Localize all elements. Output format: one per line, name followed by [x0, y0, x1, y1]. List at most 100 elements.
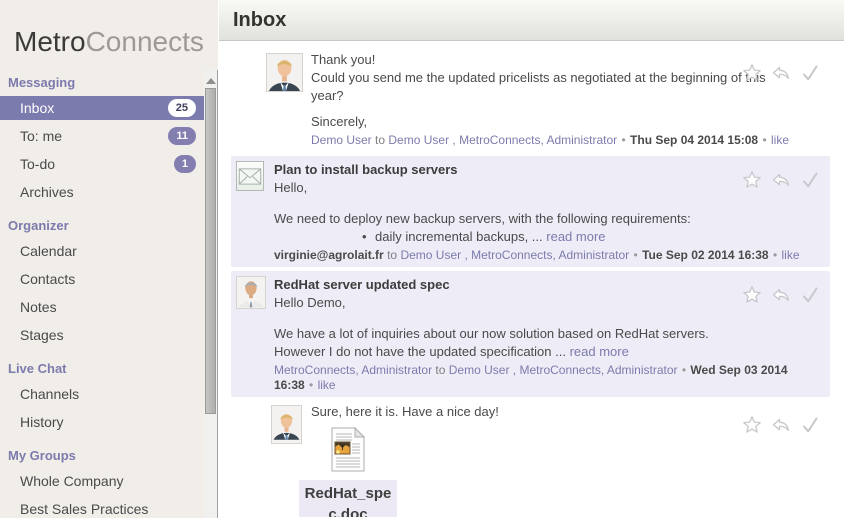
sidebar-item-label: To: me	[20, 128, 62, 144]
separator: •	[772, 248, 778, 262]
sidebar-item-label: Notes	[20, 299, 57, 315]
sidebar-item-label: Stages	[20, 327, 64, 343]
mark-done-check-icon[interactable]	[800, 63, 820, 83]
star-icon[interactable]	[742, 415, 762, 435]
author-link[interactable]: Demo User	[311, 133, 372, 147]
message-list: Thank you! Could you send me the updated…	[219, 41, 844, 517]
to-me-count-badge: 11	[168, 127, 196, 145]
sidebar-item-label: To-do	[20, 156, 55, 172]
sidebar-item-label: Calendar	[20, 243, 77, 259]
author-link[interactable]: MetroConnects, Administrator	[274, 363, 432, 377]
message-actions	[742, 63, 820, 83]
bullet-text: daily incremental backups, ...	[375, 229, 543, 244]
separator: •	[620, 133, 626, 147]
envelope-icon	[236, 161, 264, 191]
read-more-link[interactable]: read more	[570, 344, 629, 359]
message-text: Hello Demo,	[274, 294, 820, 312]
sidebar-item-calendar[interactable]: Calendar	[0, 239, 204, 263]
separator: •	[633, 248, 639, 262]
sidebar-item-best-sales-practices[interactable]: Best Sales Practices	[0, 497, 204, 518]
sidebar-item-to-me[interactable]: To: me 11	[0, 124, 204, 148]
message-row: Plan to install backup servers Hello, We…	[231, 156, 830, 267]
app-window: { "brand": { "primary": "Metro", "second…	[0, 0, 844, 518]
to-label: to	[435, 363, 445, 377]
logo-text-primary: Metro	[14, 26, 86, 57]
message-text: We have a lot of inquiries about our now…	[274, 325, 820, 343]
message-text: Could you send me the updated pricelists…	[311, 69, 766, 105]
mark-done-check-icon[interactable]	[800, 415, 820, 435]
sidebar-item-label: Best Sales Practices	[20, 501, 148, 517]
attachment[interactable]: RedHat_spec.doc	[299, 427, 397, 517]
message-actions	[742, 415, 820, 435]
sidebar-item-whole-company[interactable]: Whole Company	[0, 469, 204, 493]
sidebar-scrollbar[interactable]	[204, 70, 218, 518]
message-text: Sincerely,	[311, 113, 820, 131]
sidebar-item-history[interactable]: History	[0, 410, 204, 434]
recipients-link[interactable]: Demo User , MetroConnects, Administrator	[449, 363, 678, 377]
content-header: Inbox	[219, 0, 844, 41]
sidebar-item-to-do[interactable]: To-do 1	[0, 152, 204, 176]
sidebar-item-channels[interactable]: Channels	[0, 382, 204, 406]
message-text: However I do not have the updated specif…	[274, 344, 566, 359]
sidebar-menu: Messaging Inbox 25 To: me 11 To-do 1 Arc…	[0, 70, 204, 518]
message-bullet-list: daily incremental backups, ... read more	[274, 228, 820, 246]
recipients-link[interactable]: Demo User , MetroConnects, Administrator	[400, 248, 629, 262]
to-do-count-badge: 1	[174, 155, 196, 173]
sidebar-item-inbox[interactable]: Inbox 25	[0, 96, 204, 120]
like-link[interactable]: like	[782, 248, 800, 262]
sidebar-section-organizer: Organizer	[0, 218, 204, 233]
message-row: RedHat server updated spec Hello Demo, W…	[231, 271, 830, 397]
scroll-up-arrow-icon[interactable]	[206, 78, 216, 84]
message-text: Hello,	[274, 179, 820, 197]
avatar-demo-user	[271, 405, 302, 444]
bullet-item: daily incremental backups, ... read more	[362, 228, 820, 246]
logo-text-secondary: Connects	[86, 26, 204, 57]
message-date: Tue Sep 02 2014 16:38	[642, 248, 769, 262]
message-date: Thu Sep 04 2014 15:08	[630, 133, 758, 147]
separator: •	[761, 133, 767, 147]
separator: •	[308, 378, 314, 392]
attachment-filename[interactable]: RedHat_spec.doc	[299, 480, 397, 517]
message-footer: MetroConnects, Administrator to Demo Use…	[274, 363, 820, 393]
like-link[interactable]: like	[318, 378, 336, 392]
message-text: We need to deploy new backup servers, wi…	[274, 210, 820, 228]
message-row: Thank you! Could you send me the updated…	[231, 49, 830, 152]
avatar-administrator	[236, 276, 266, 309]
sidebar-item-label: Archives	[20, 184, 74, 200]
sidebar-item-label: Whole Company	[20, 473, 124, 489]
sidebar-item-label: Contacts	[20, 271, 75, 287]
read-more-link[interactable]: read more	[546, 229, 605, 244]
page-title: Inbox	[219, 0, 844, 40]
sidebar-item-contacts[interactable]: Contacts	[0, 267, 204, 291]
like-link[interactable]: like	[771, 133, 789, 147]
inbox-count-badge: 25	[168, 99, 196, 117]
sidebar-section-messaging: Messaging	[0, 75, 204, 90]
message-row: Sure, here it is. Have a nice day!	[231, 401, 830, 517]
sidebar-item-label: Channels	[20, 386, 79, 402]
sidebar-item-stages[interactable]: Stages	[0, 323, 204, 347]
reply-icon[interactable]	[771, 170, 791, 190]
scrollbar-thumb[interactable]	[205, 88, 216, 414]
document-icon	[331, 427, 365, 472]
star-icon[interactable]	[742, 285, 762, 305]
mark-done-check-icon[interactable]	[800, 285, 820, 305]
main-content: Inbox	[219, 0, 844, 518]
reply-icon[interactable]	[771, 285, 791, 305]
reply-icon[interactable]	[771, 415, 791, 435]
message-subject: RedHat server updated spec	[274, 276, 820, 294]
sidebar-item-archives[interactable]: Archives	[0, 180, 204, 204]
sidebar-item-label: History	[20, 414, 64, 430]
sidebar-item-label: Inbox	[20, 100, 54, 116]
message-actions	[742, 170, 820, 190]
avatar-demo-user	[266, 53, 303, 92]
author-email: virginie@agrolait.fr	[274, 248, 384, 262]
to-label: to	[375, 133, 385, 147]
sidebar-section-live-chat: Live Chat	[0, 361, 204, 376]
star-icon[interactable]	[742, 63, 762, 83]
app-logo: MetroConnects	[0, 0, 218, 58]
recipients-link[interactable]: Demo User , MetroConnects, Administrator	[388, 133, 617, 147]
mark-done-check-icon[interactable]	[800, 170, 820, 190]
star-icon[interactable]	[742, 170, 762, 190]
sidebar-item-notes[interactable]: Notes	[0, 295, 204, 319]
reply-icon[interactable]	[771, 63, 791, 83]
